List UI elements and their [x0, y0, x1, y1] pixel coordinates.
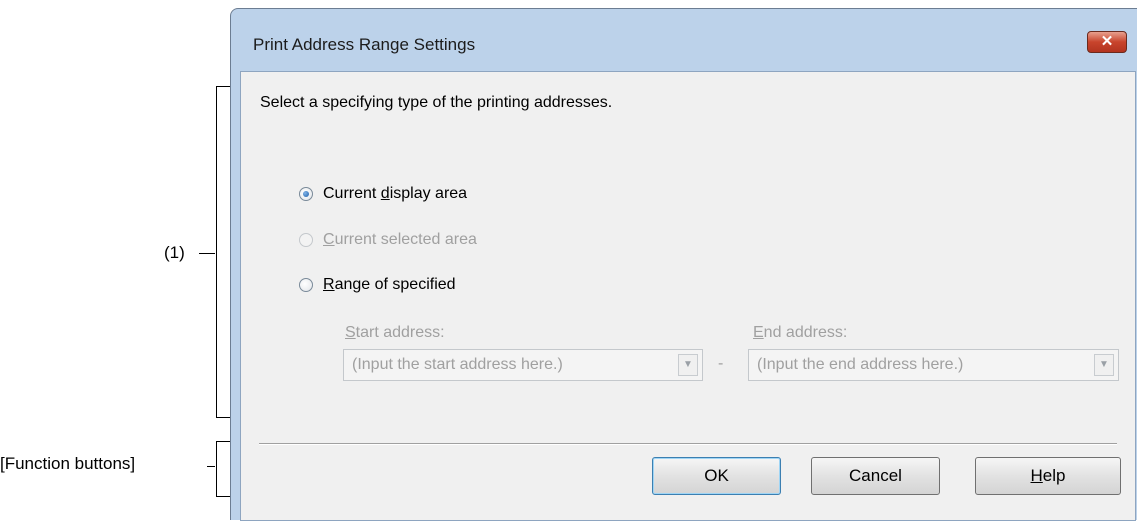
function-buttons-annotation: [Function buttons]: [0, 454, 136, 473]
option-label: Current selected area: [323, 231, 477, 248]
section-1-annotation: (1): [164, 243, 185, 262]
help-button[interactable]: Help: [975, 457, 1121, 495]
option-label: Current display area: [323, 185, 468, 202]
close-button[interactable]: ✕: [1087, 31, 1127, 53]
end-address-label: End address:: [753, 324, 848, 341]
ok-button[interactable]: OK: [652, 457, 781, 495]
print-address-range-dialog: Print Address Range Settings ✕ Select a …: [230, 8, 1137, 521]
range-separator: -: [718, 355, 724, 372]
function-buttons-tick: [207, 466, 215, 467]
chevron-down-icon: ▼: [678, 354, 698, 376]
option-current-selected-area: Current selected area: [299, 231, 477, 249]
start-address-label: Start address:: [345, 324, 445, 341]
close-icon: ✕: [1100, 33, 1114, 50]
radio-selected-icon[interactable]: [299, 187, 313, 201]
option-label: Range of specified: [323, 276, 456, 293]
title-bar[interactable]: Print Address Range Settings ✕: [231, 9, 1137, 64]
option-current-display-area[interactable]: Current display area: [299, 185, 467, 203]
button-separator: [259, 443, 1117, 445]
end-address-placeholder: (Input the end address here.): [757, 356, 964, 373]
start-address-placeholder: (Input the start address here.): [352, 356, 563, 373]
description-text: Select a specifying type of the printing…: [260, 94, 613, 111]
radio-unselected-icon[interactable]: [299, 278, 313, 292]
option-range-of-specified[interactable]: Range of specified: [299, 276, 456, 294]
dialog-title: Print Address Range Settings: [253, 35, 476, 54]
dialog-client-area: Select a specifying type of the printing…: [240, 71, 1136, 521]
cancel-button[interactable]: Cancel: [811, 457, 940, 495]
radio-disabled-icon: [299, 233, 313, 247]
section-1-tick: [199, 253, 215, 254]
end-address-combo: (Input the end address here.) ▼: [748, 349, 1119, 381]
chevron-down-icon: ▼: [1094, 354, 1114, 376]
start-address-combo: (Input the start address here.) ▼: [343, 349, 703, 381]
